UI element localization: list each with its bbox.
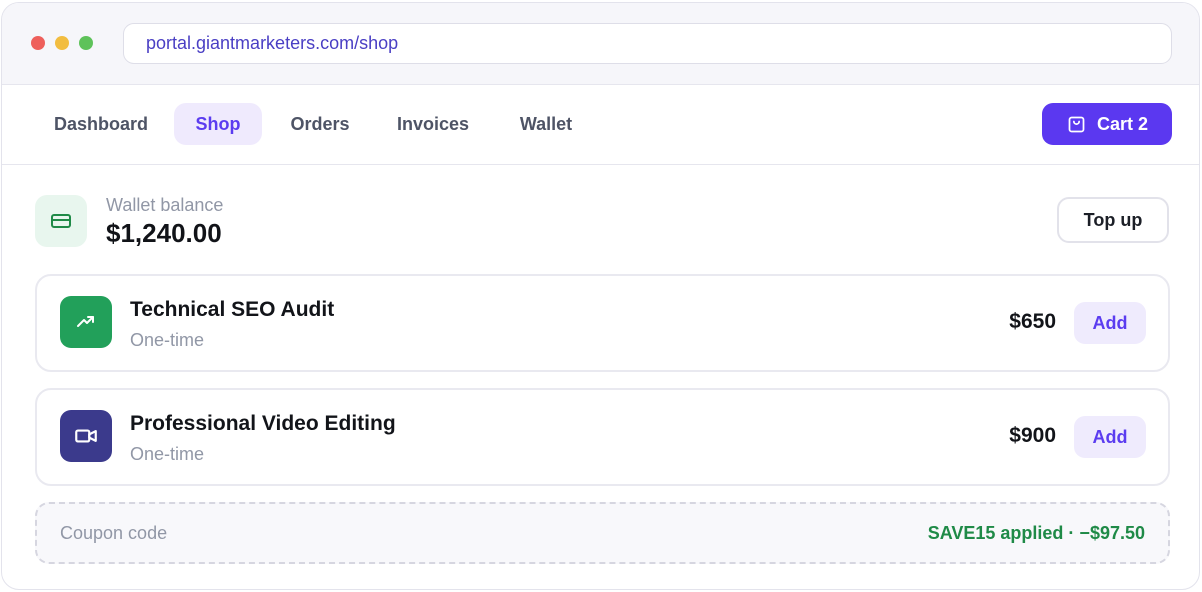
cart-button-label: Cart 2 (1096, 113, 1149, 134)
product-icon-box (60, 296, 112, 348)
product-name: Professional Video Editing (130, 412, 396, 435)
add-button-label: Add (1092, 426, 1128, 447)
wallet-icon-box (35, 195, 87, 247)
coupon-code-label: Coupon code (60, 523, 168, 543)
shopping-bag-icon (1068, 116, 1085, 132)
product-price: $650 (1009, 310, 1056, 333)
wallet-balance-amount: $1,240.00 (106, 218, 222, 248)
top-nav: Dashboard Shop Orders Invoices Wallet Ca… (2, 85, 1199, 165)
add-to-cart-button[interactable]: Add (1074, 416, 1146, 458)
nav-tab-wallet[interactable]: Wallet (498, 103, 594, 145)
top-up-button[interactable]: Top up (1057, 197, 1169, 243)
cart-button[interactable]: Cart 2 (1042, 103, 1172, 145)
top-up-button-label: Top up (1083, 209, 1143, 230)
nav-tab-label: Dashboard (53, 113, 149, 134)
add-button-label: Add (1092, 312, 1128, 333)
address-bar-url: portal.giantmarketers.com/shop (146, 33, 399, 53)
coupon-applied-status: SAVE15 applied · −$97.50 (927, 523, 1145, 543)
browser-window: portal.giantmarketers.com/shop Dashboard… (1, 2, 1200, 590)
nav-tab-dashboard[interactable]: Dashboard (32, 103, 170, 145)
video-camera-icon (75, 429, 97, 443)
coupon-code-field[interactable]: Coupon code SAVE15 applied · −$97.50 (35, 502, 1170, 564)
product-name: Technical SEO Audit (130, 298, 335, 321)
product-price: $900 (1009, 424, 1056, 447)
wallet-balance-label: Wallet balance (106, 195, 224, 215)
product-billing: One-time (130, 330, 205, 350)
product-card-seo-audit: Technical SEO Audit One-time $650 Add (35, 274, 1170, 372)
browser-titlebar: portal.giantmarketers.com/shop (2, 3, 1199, 85)
product-card-video-editing: Professional Video Editing One-time $900… (35, 388, 1170, 486)
minimize-window-button[interactable] (55, 36, 69, 50)
credit-card-icon (51, 214, 71, 228)
product-icon-box (60, 410, 112, 462)
nav-tab-orders[interactable]: Orders (270, 103, 370, 145)
trending-up-icon (77, 316, 94, 327)
nav-tab-label: Invoices (396, 113, 470, 134)
address-bar[interactable]: portal.giantmarketers.com/shop (123, 23, 1172, 64)
nav-tab-invoices[interactable]: Invoices (380, 103, 486, 145)
maximize-window-button[interactable] (79, 36, 93, 50)
nav-tab-label: Wallet (519, 113, 573, 134)
nav-tab-label: Orders (290, 113, 350, 134)
nav-tab-label: Shop (195, 113, 241, 134)
close-window-button[interactable] (31, 36, 45, 50)
nav-tab-shop[interactable]: Shop (174, 103, 262, 145)
add-to-cart-button[interactable]: Add (1074, 302, 1146, 344)
product-billing: One-time (130, 444, 205, 464)
